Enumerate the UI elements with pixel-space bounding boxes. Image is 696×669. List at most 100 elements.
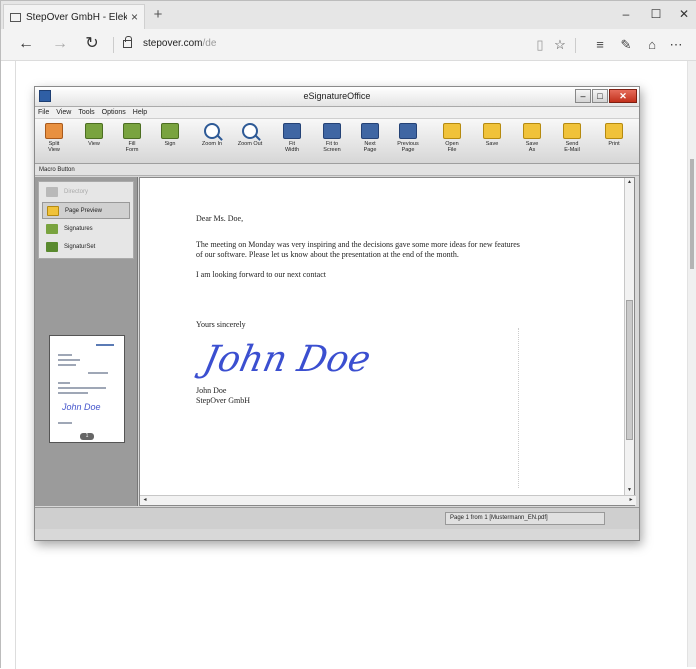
app-toolbar: Split View View Fill Form Sign Zoom In Z… bbox=[35, 119, 639, 164]
tab-page-icon bbox=[10, 12, 21, 22]
sign-label: Sign bbox=[164, 141, 176, 147]
favorite-star-icon[interactable]: ☆ bbox=[551, 37, 569, 53]
handwritten-signature: John Doe bbox=[199, 339, 375, 380]
sign-button[interactable]: Sign bbox=[153, 123, 187, 147]
send-email-label: Send E-Mail bbox=[564, 141, 580, 153]
app-statusbar: Page 1 from 1 [Mustermann_EN.pdf] bbox=[35, 507, 639, 529]
next-page-label: Next Page bbox=[363, 141, 377, 153]
previous-page-button[interactable]: Previous Page bbox=[391, 123, 425, 153]
print-button[interactable]: Print bbox=[597, 123, 631, 147]
new-tab-button[interactable]: + bbox=[149, 6, 167, 23]
menu-view[interactable]: View bbox=[56, 109, 71, 116]
address-bar: ← → ↻ stepover.com/de ▯ ☆ ≡ ✎ ⌂ ⋯ bbox=[1, 29, 696, 61]
view-button[interactable]: View bbox=[77, 123, 111, 147]
page-scrollbar-thumb[interactable] bbox=[690, 159, 694, 269]
reading-view-icon[interactable]: ▯ bbox=[531, 37, 549, 53]
split-view-icon bbox=[45, 123, 63, 139]
fill-form-icon bbox=[123, 123, 141, 139]
page-scrollbar[interactable] bbox=[687, 61, 696, 667]
next-page-icon bbox=[361, 123, 379, 139]
letter-content: Dear Ms. Doe, The meeting on Monday was … bbox=[196, 214, 526, 416]
sidebar-item-signatures[interactable]: Signatures bbox=[42, 221, 130, 238]
page-thumbnail[interactable]: John Doe 1 bbox=[49, 335, 125, 443]
app-close-button[interactable]: ✕ bbox=[609, 89, 637, 103]
refresh-icon[interactable]: ↻ bbox=[81, 36, 103, 52]
thumb-line bbox=[58, 382, 70, 384]
hub-icon[interactable]: ≡ bbox=[591, 37, 609, 52]
tab-close-icon[interactable]: × bbox=[131, 10, 138, 24]
tab-title: StepOver GmbH - Elektr bbox=[26, 11, 127, 23]
menu-tools[interactable]: Tools bbox=[78, 109, 94, 116]
browser-tab[interactable]: StepOver GmbH - Elektr × bbox=[3, 4, 145, 29]
url-field[interactable]: stepover.com/de bbox=[143, 38, 216, 49]
document-horizontal-scrollbar[interactable]: ◂ ▸ bbox=[140, 495, 636, 505]
status-page-info: Page 1 from 1 [Mustermann_EN.pdf] bbox=[445, 512, 605, 525]
app-title: eSignatureOffice bbox=[303, 91, 371, 101]
save-as-button[interactable]: Save As bbox=[515, 123, 549, 153]
browser-window: StepOver GmbH - Elektr × + – ☐ ✕ ← → ↻ s… bbox=[0, 0, 696, 669]
esignature-app-window: eSignatureOffice – □ ✕ File View Tools O… bbox=[34, 86, 640, 541]
document-vertical-scrollbar[interactable]: ▲ ▼ bbox=[624, 178, 634, 495]
sidebar-item-directory-label: Directory bbox=[64, 189, 89, 195]
scroll-up-icon[interactable]: ▲ bbox=[626, 179, 633, 185]
open-file-button[interactable]: Open File bbox=[435, 123, 469, 153]
web-note-icon[interactable]: ✎ bbox=[617, 37, 635, 53]
zoom-out-button[interactable]: Zoom Out bbox=[233, 123, 267, 147]
fit-screen-button[interactable]: Fit to Screen bbox=[315, 123, 349, 153]
sidebar-item-directory[interactable]: Directory bbox=[42, 184, 130, 201]
tab-bar: StepOver GmbH - Elektr × + – ☐ ✕ bbox=[1, 1, 696, 29]
back-icon[interactable]: ← bbox=[15, 36, 37, 52]
sidebar-item-signature-set-label: SignaturSet bbox=[64, 244, 96, 250]
send-email-button[interactable]: Send E-Mail bbox=[555, 123, 589, 153]
document-scroll-thumb[interactable] bbox=[626, 300, 633, 440]
thumb-line bbox=[58, 354, 72, 356]
thumb-logo bbox=[96, 344, 114, 346]
forward-icon[interactable]: → bbox=[49, 36, 71, 52]
window-close-button[interactable]: ✕ bbox=[673, 7, 695, 21]
window-maximize-button[interactable]: ☐ bbox=[645, 7, 667, 21]
zoom-out-icon bbox=[242, 123, 258, 139]
fit-width-button[interactable]: Fit Width bbox=[275, 123, 309, 153]
scroll-down-icon[interactable]: ▼ bbox=[626, 487, 633, 493]
scroll-right-icon[interactable]: ▸ bbox=[626, 496, 636, 503]
print-label: Print bbox=[608, 141, 620, 147]
split-view-label: Split View bbox=[48, 141, 60, 153]
lock-icon bbox=[123, 36, 132, 48]
fill-form-label: Fill Form bbox=[125, 141, 139, 153]
thumb-page-badge: 1 bbox=[80, 433, 94, 440]
signature-field-guide bbox=[518, 328, 519, 488]
send-email-icon bbox=[563, 123, 581, 139]
save-label: Save bbox=[485, 141, 499, 147]
url-path: /de bbox=[202, 38, 217, 49]
menu-help[interactable]: Help bbox=[133, 109, 147, 116]
thumb-line bbox=[58, 392, 88, 394]
scroll-left-icon[interactable]: ◂ bbox=[140, 496, 150, 503]
zoom-in-label: Zoom In bbox=[201, 141, 223, 147]
more-icon[interactable]: ⋯ bbox=[667, 37, 685, 53]
address-separator bbox=[113, 37, 114, 53]
sign-icon bbox=[161, 123, 179, 139]
open-file-icon bbox=[443, 123, 461, 139]
document-view[interactable]: Dear Ms. Doe, The meeting on Monday was … bbox=[139, 177, 636, 506]
split-view-button[interactable]: Split View bbox=[37, 123, 71, 153]
sidebar-item-signature-set[interactable]: SignaturSet bbox=[42, 239, 130, 256]
menu-options[interactable]: Options bbox=[102, 109, 126, 116]
sidebar-item-page-preview[interactable]: Page Preview bbox=[42, 202, 130, 219]
next-page-button[interactable]: Next Page bbox=[353, 123, 387, 153]
window-minimize-button[interactable]: – bbox=[615, 7, 637, 21]
fill-form-button[interactable]: Fill Form bbox=[115, 123, 149, 153]
macro-button-bar[interactable]: Macro Button bbox=[35, 164, 639, 176]
toolbar-separator bbox=[575, 38, 576, 53]
fit-width-label: Fit Width bbox=[284, 141, 300, 153]
view-label: View bbox=[88, 141, 100, 147]
save-button[interactable]: Save bbox=[475, 123, 509, 147]
open-file-label: Open File bbox=[445, 141, 459, 153]
menu-file[interactable]: File bbox=[38, 109, 49, 116]
save-icon bbox=[483, 123, 501, 139]
zoom-out-label: Zoom Out bbox=[237, 141, 263, 147]
share-icon[interactable]: ⌂ bbox=[643, 37, 661, 52]
zoom-in-button[interactable]: Zoom In bbox=[195, 123, 229, 147]
save-as-label: Save As bbox=[525, 141, 539, 153]
app-maximize-button[interactable]: □ bbox=[592, 89, 608, 103]
app-minimize-button[interactable]: – bbox=[575, 89, 591, 103]
